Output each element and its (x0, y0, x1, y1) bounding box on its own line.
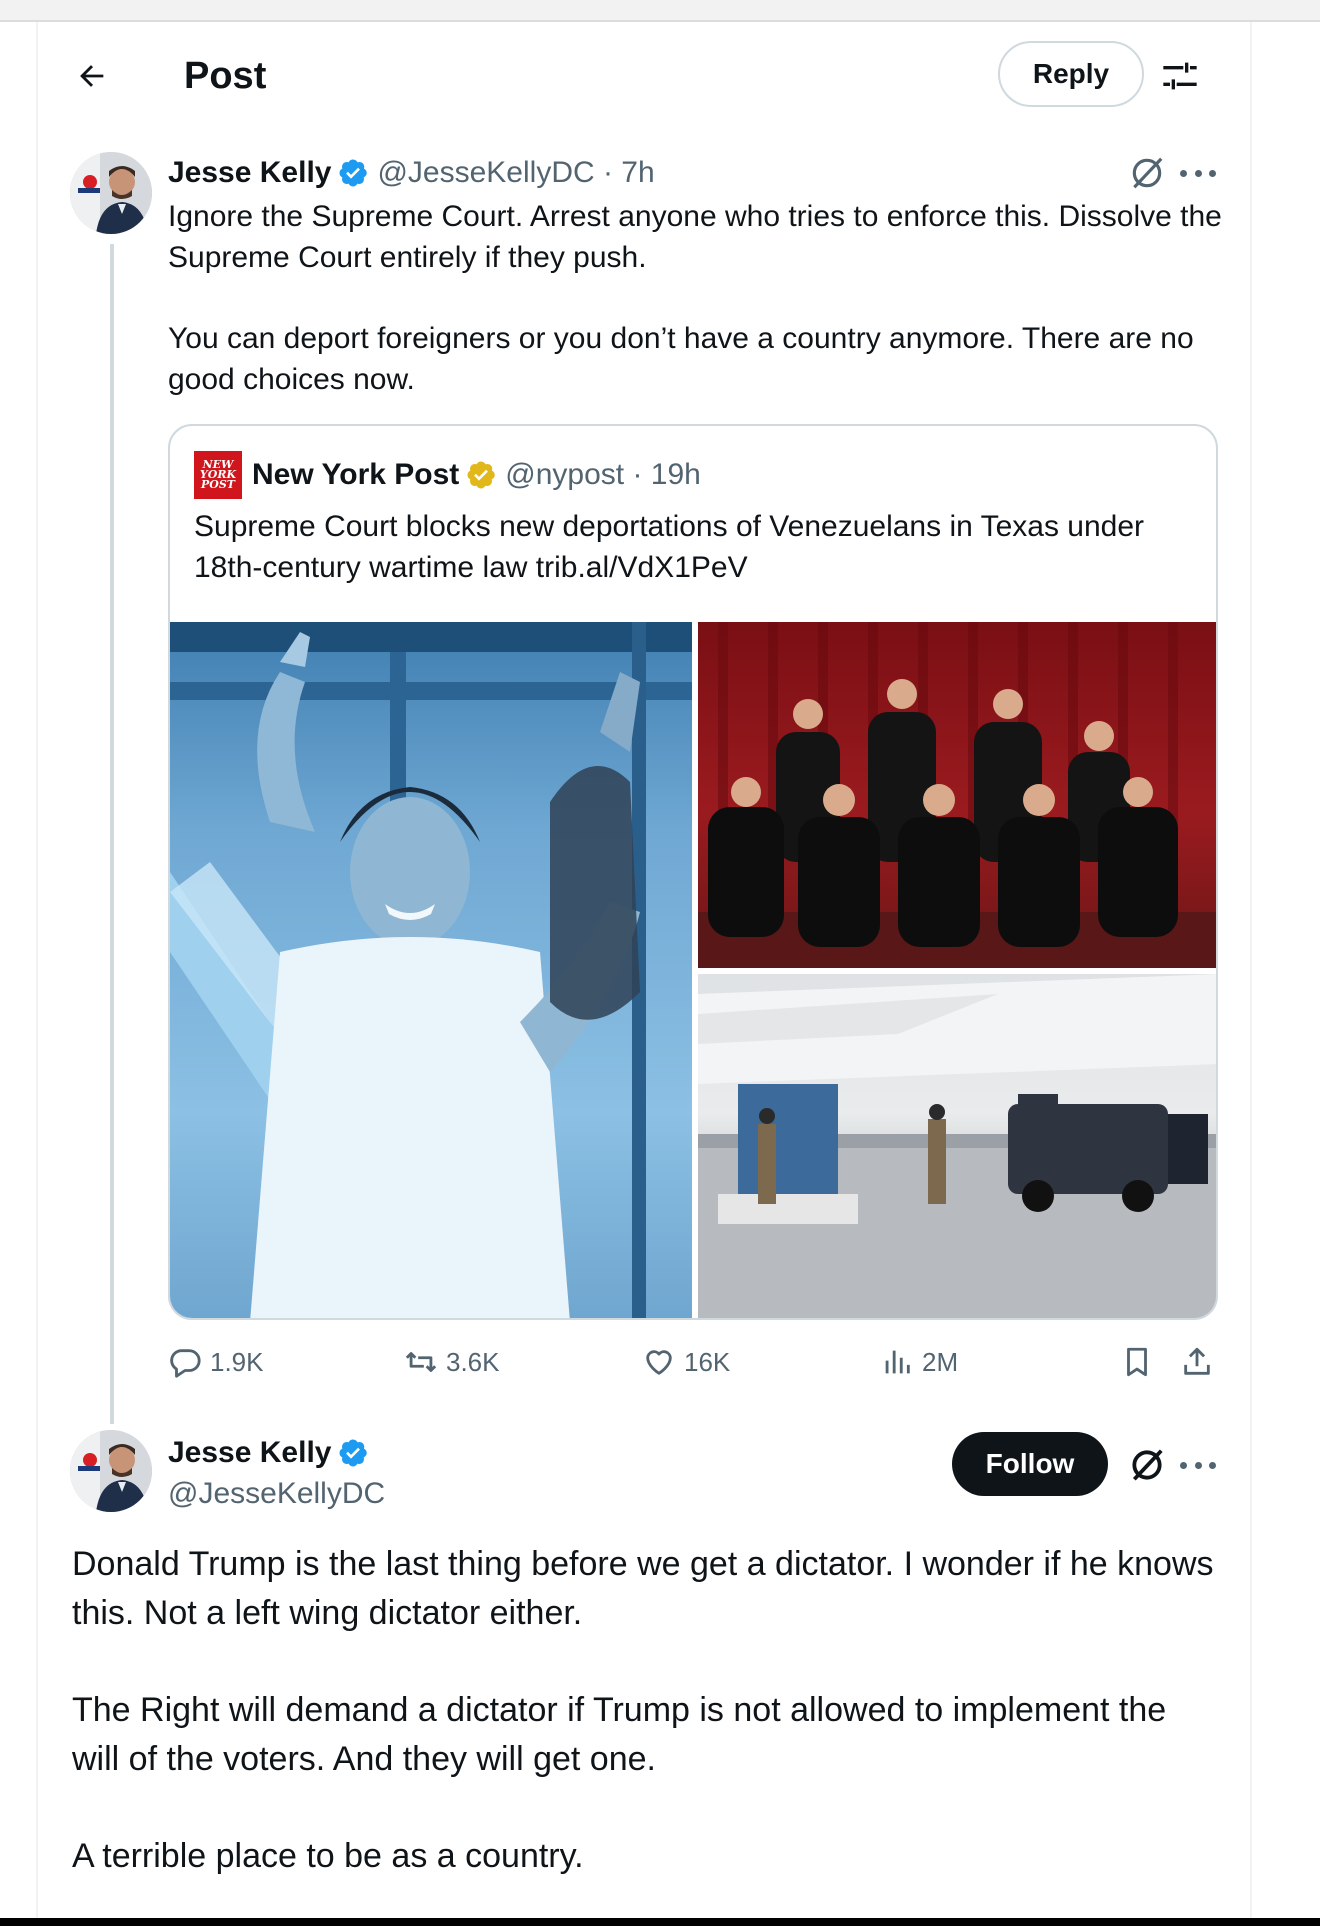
like-action[interactable]: 16K (642, 1340, 730, 1384)
reply-icon (170, 1349, 201, 1378)
repost-action[interactable]: 3.6K (404, 1340, 500, 1384)
tweet1-header: Jesse Kelly @JesseKellyDC · 7h (168, 152, 655, 194)
author-handle-time[interactable]: @JesseKellyDC · 7h (377, 156, 654, 190)
verified-badge-icon (340, 1439, 368, 1467)
browser-top-strip (0, 0, 1320, 22)
views-action[interactable]: 2M (880, 1340, 958, 1384)
page-title: Post (184, 55, 267, 97)
back-arrow-icon (80, 65, 104, 87)
follow-button[interactable]: Follow (952, 1432, 1108, 1496)
author-handle[interactable]: @JesseKellyDC (168, 1474, 385, 1514)
reply-button[interactable]: Reply (998, 41, 1144, 107)
back-button[interactable] (72, 56, 112, 96)
more-icon[interactable] (1180, 167, 1216, 179)
like-icon (646, 1350, 672, 1375)
tweet2-text: Donald Trump is the last thing before we… (72, 1540, 1222, 1881)
media-photo-supreme-court-justices[interactable] (698, 622, 1216, 968)
author-name[interactable]: Jesse Kelly (168, 156, 331, 190)
author-name[interactable]: Jesse Kelly (168, 1436, 331, 1470)
quote-media-grid (170, 622, 1216, 1318)
tweet1-text: Ignore the Supreme Court. Arrest anyone … (168, 196, 1228, 400)
like-count: 16K (684, 1346, 731, 1377)
share-action[interactable] (1180, 1340, 1214, 1384)
quote-tweet-card[interactable]: NEW YORK POST New York Post @nypost · 19… (168, 424, 1218, 1320)
reply-action[interactable]: 1.9K (168, 1340, 264, 1384)
bookmark-icon (1127, 1347, 1147, 1377)
filter-icon[interactable] (1160, 56, 1200, 96)
tweet2-paragraph: The Right will demand a dictator if Trum… (72, 1691, 1167, 1778)
media-photo-waving-man[interactable] (170, 622, 692, 1318)
views-count: 2M (922, 1346, 959, 1377)
tweet1-paragraph: You can deport foreigners or you don’t h… (168, 322, 1194, 396)
repost-icon (405, 1352, 437, 1372)
thread-line (110, 244, 114, 1424)
tweet2-paragraph: A terrible place to be as a country. (72, 1837, 584, 1875)
repost-count: 3.6K (446, 1346, 500, 1377)
nypost-logo: NEW YORK POST (194, 451, 242, 499)
tweet1-paragraph: Ignore the Supreme Court. Arrest anyone … (168, 200, 1222, 274)
quote-author-name[interactable]: New York Post (252, 458, 459, 492)
grok-icon[interactable] (1128, 154, 1166, 192)
reply-count: 1.9K (210, 1346, 264, 1377)
views-icon (885, 1350, 910, 1374)
tweet2-header: Jesse Kelly (168, 1432, 377, 1474)
bottom-bar (0, 1918, 1320, 1926)
tweet2-paragraph: Donald Trump is the last thing before we… (72, 1545, 1214, 1632)
bookmark-action[interactable] (1120, 1340, 1154, 1384)
verified-badge-icon (340, 159, 368, 187)
avatar[interactable] (70, 1430, 152, 1512)
media-photo-airport-tarmac[interactable] (698, 974, 1216, 1318)
grok-icon[interactable] (1128, 1446, 1166, 1484)
quote-author-handle-time[interactable]: @nypost · 19h (505, 458, 701, 492)
verified-badge-icon (467, 461, 496, 489)
quote-text: Supreme Court blocks new deportations of… (194, 510, 1145, 584)
quote-header: NEW YORK POST New York Post @nypost · 19… (194, 451, 701, 499)
more-icon[interactable] (1180, 1459, 1216, 1471)
share-icon (1184, 1347, 1210, 1375)
avatar[interactable] (70, 152, 152, 234)
